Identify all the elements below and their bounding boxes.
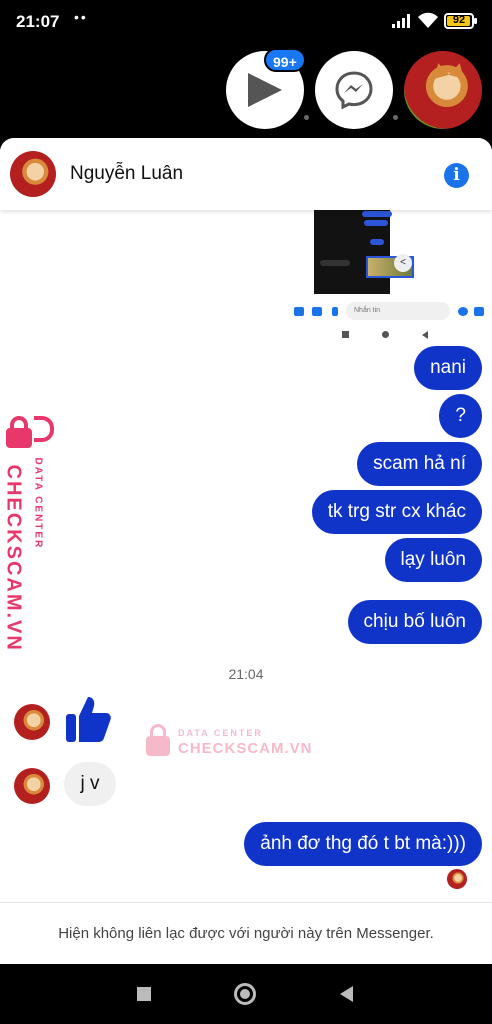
unavailable-notice: Hiện không liên lạc được với người này t… <box>58 925 434 942</box>
unavailable-footer: Hiện không liên lạc được với người này t… <box>0 902 492 964</box>
sender-avatar <box>14 704 50 740</box>
shared-image[interactable]: < Nhắn tin <box>286 208 490 345</box>
watermark-side-big: CHECKSCAM.VN <box>2 464 25 652</box>
message-bubble[interactable]: ? <box>439 394 482 438</box>
incoming-message-bubble[interactable]: j v <box>64 762 116 806</box>
contact-name[interactable]: Nguyễn Luân <box>70 163 183 185</box>
sender-avatar <box>14 768 50 804</box>
share-icon: < <box>394 254 412 272</box>
chat-panel: Nguyễn Luân i < Nhắn tin nani ? scam hả … <box>0 138 492 964</box>
timestamp: 21:04 <box>228 666 264 682</box>
message-bubble[interactable]: tk trg str cx khác <box>311 490 482 534</box>
messenger-icon <box>335 71 373 110</box>
page-indicator <box>304 115 309 120</box>
notification-dots: •• <box>74 9 88 25</box>
recents-button[interactable] <box>137 987 151 1001</box>
battery-level: 92 <box>452 14 466 26</box>
watermark-side-small: DATA CENTER <box>32 457 44 550</box>
watermark-side: DATA CENTER CHECKSCAM.VN <box>2 416 60 652</box>
messenger-chat-head[interactable] <box>315 51 393 129</box>
unread-badge: 99+ <box>264 48 306 72</box>
seen-avatar <box>447 869 467 889</box>
signal-icon <box>392 14 410 28</box>
battery-icon: 92 <box>444 13 477 29</box>
chat-header: Nguyễn Luân i <box>0 138 492 210</box>
status-time: 21:07 <box>16 12 60 31</box>
message-bubble[interactable]: chịu bố luôn <box>347 600 482 644</box>
page-indicator <box>393 115 398 120</box>
message-bubble[interactable]: ảnh đơ thg đó t bt mà:))) <box>244 822 482 866</box>
message-bubble[interactable]: nani <box>414 346 482 390</box>
watermark-center-small: DATA CENTER <box>178 728 263 738</box>
status-bar: 21:07 •• 92 <box>0 0 492 44</box>
back-button[interactable] <box>340 986 353 1002</box>
play-icon <box>248 73 282 107</box>
info-icon[interactable]: i <box>444 163 469 188</box>
shared-image-input: Nhắn tin <box>346 302 450 320</box>
watermark-center-big: CHECKSCAM.VN <box>178 740 313 757</box>
contact-avatar[interactable] <box>10 151 56 197</box>
home-button[interactable] <box>234 983 256 1005</box>
contact-chat-head[interactable] <box>404 51 482 129</box>
thumbs-up-icon[interactable] <box>64 694 112 744</box>
system-nav-bar <box>0 964 492 1024</box>
message-bubble[interactable]: lạy luôn <box>384 538 482 582</box>
message-bubble[interactable]: scam hả ní <box>357 442 482 486</box>
wifi-icon <box>418 12 438 28</box>
watermark-center: DATA CENTER CHECKSCAM.VN <box>146 722 312 762</box>
